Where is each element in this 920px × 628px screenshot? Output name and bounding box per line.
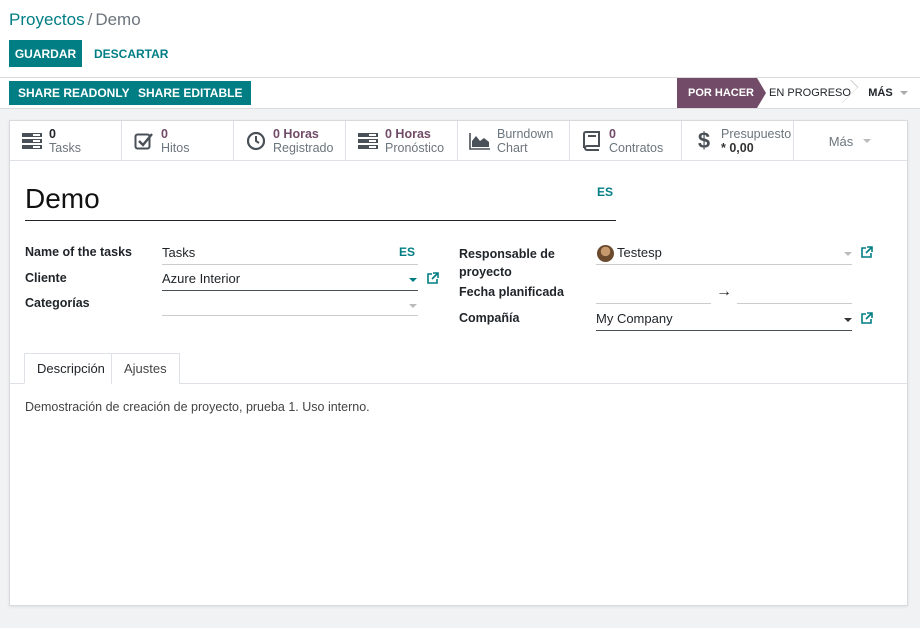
smart-button-budget[interactable]: $ Presupuesto * 0,00 — [682, 121, 794, 161]
milestones-count: 0 — [161, 127, 168, 141]
clock-icon — [245, 130, 267, 152]
description-text[interactable]: Demostración de creación de proyecto, pr… — [25, 400, 370, 414]
contracts-count: 0 — [609, 127, 616, 141]
company-external-link-icon[interactable] — [860, 312, 873, 325]
notebook-tabs: Descripción Ajustes — [10, 353, 907, 384]
manager-external-link-icon[interactable] — [860, 246, 873, 259]
smart-button-hours-logged[interactable]: 0 Horas Registrado — [234, 121, 346, 161]
budget-label: Presupuesto — [721, 127, 792, 141]
manager-label-line-2: proyecto — [459, 265, 512, 279]
tasks-name-label: Name of the tasks — [25, 245, 132, 259]
date-range-arrow: → — [716, 283, 732, 300]
save-button[interactable]: GUARDAR — [9, 40, 82, 67]
statusbar: SHARE READONLY SHARE EDITABLE POR HACER … — [0, 78, 920, 109]
avatar — [597, 245, 614, 262]
breadcrumb-separator: / — [87, 10, 93, 29]
smart-buttons-more[interactable]: Más — [794, 121, 906, 161]
contracts-label: Contratos — [609, 141, 664, 155]
manager-label: Responsable de proyecto — [459, 245, 555, 281]
milestones-label: Hitos — [161, 141, 190, 155]
hours-forecast-label: Pronóstico — [385, 141, 445, 155]
control-panel: Proyectos / Demo GUARDAR DESCARTAR — [0, 0, 920, 78]
company-label: Compañía — [459, 311, 520, 325]
form-sheet: 0 Tasks 0 Hitos 0 Horas Registrado 0 Horas P… — [9, 120, 908, 606]
project-name-underline — [25, 220, 616, 221]
chevron-down-icon — [899, 91, 908, 96]
smart-button-hours-forecast[interactable]: 0 Horas Pronóstico — [346, 121, 458, 161]
smart-button-tasks[interactable]: 0 Tasks — [10, 121, 122, 161]
breadcrumb-current: Demo — [95, 10, 141, 29]
area-chart-icon — [469, 130, 491, 152]
tasks-label: Tasks — [49, 141, 81, 155]
company-dropdown-icon[interactable] — [844, 318, 852, 322]
breadcrumb-parent-link[interactable]: Proyectos — [9, 10, 85, 29]
project-name-language-button[interactable]: ES — [597, 185, 613, 199]
planned-date-label: Fecha planificada — [459, 285, 564, 299]
company-field[interactable]: My Company — [596, 311, 852, 331]
tasks-name-value: Tasks — [162, 245, 196, 260]
manager-field[interactable]: Testesp — [596, 245, 852, 265]
burndown-label: Burndown — [497, 127, 554, 141]
client-field[interactable]: Azure Interior — [162, 271, 418, 291]
chevron-down-icon — [863, 139, 872, 143]
smart-button-burndown[interactable]: Burndown Chart — [458, 121, 570, 161]
stage-por-hacer[interactable]: POR HACER — [677, 78, 766, 108]
manager-dropdown-icon[interactable] — [844, 252, 852, 256]
smart-button-milestones[interactable]: 0 Hitos — [122, 121, 234, 161]
discard-button[interactable]: DESCARTAR — [86, 40, 176, 67]
smart-button-contracts[interactable]: 0 Contratos — [570, 121, 682, 161]
planned-date-start-field[interactable] — [596, 284, 711, 304]
smart-more-label: Más — [828, 133, 854, 149]
company-value: My Company — [596, 311, 673, 326]
stage-more-label: MÁS — [868, 87, 893, 99]
client-dropdown-icon[interactable] — [409, 278, 417, 282]
stage-more-dropdown[interactable]: MÁS — [866, 78, 910, 108]
breadcrumb: Proyectos / Demo — [9, 10, 141, 30]
share-readonly-button[interactable]: SHARE READONLY — [9, 81, 139, 105]
smart-buttons-bar: 0 Tasks 0 Hitos 0 Horas Registrado 0 Horas P… — [10, 121, 907, 161]
categories-dropdown-icon[interactable] — [409, 304, 417, 308]
manager-label-line-1: Responsable de — [459, 247, 555, 261]
share-editable-button[interactable]: SHARE EDITABLE — [129, 81, 252, 105]
categories-label: Categorías — [25, 296, 90, 310]
hours-logged-value: 0 Horas — [273, 127, 319, 141]
burndown-sublabel: Chart — [497, 141, 528, 155]
tab-settings[interactable]: Ajustes — [111, 353, 180, 384]
client-external-link-icon[interactable] — [426, 272, 439, 285]
hours-forecast-value: 0 Horas — [385, 127, 431, 141]
planned-date-end-field[interactable] — [737, 284, 852, 304]
tasks-icon — [357, 130, 379, 152]
client-value: Azure Interior — [162, 271, 241, 286]
tasks-name-field[interactable]: Tasks — [162, 245, 418, 265]
tasks-icon — [21, 130, 43, 152]
budget-value: * 0,00 — [721, 141, 754, 155]
dollar-icon: $ — [697, 128, 711, 153]
hours-logged-label: Registrado — [273, 141, 334, 155]
tab-description[interactable]: Descripción — [24, 353, 118, 384]
check-square-icon — [133, 130, 155, 152]
book-icon — [581, 130, 603, 152]
tasks-name-language-button[interactable]: ES — [399, 245, 415, 259]
tasks-count: 0 — [49, 127, 56, 141]
stage-en-progreso[interactable]: EN PROGRESO — [766, 78, 854, 108]
project-name-field[interactable]: Demo — [25, 183, 100, 215]
manager-value: Testesp — [617, 245, 662, 260]
categories-field[interactable] — [162, 296, 418, 316]
client-label: Cliente — [25, 271, 67, 285]
